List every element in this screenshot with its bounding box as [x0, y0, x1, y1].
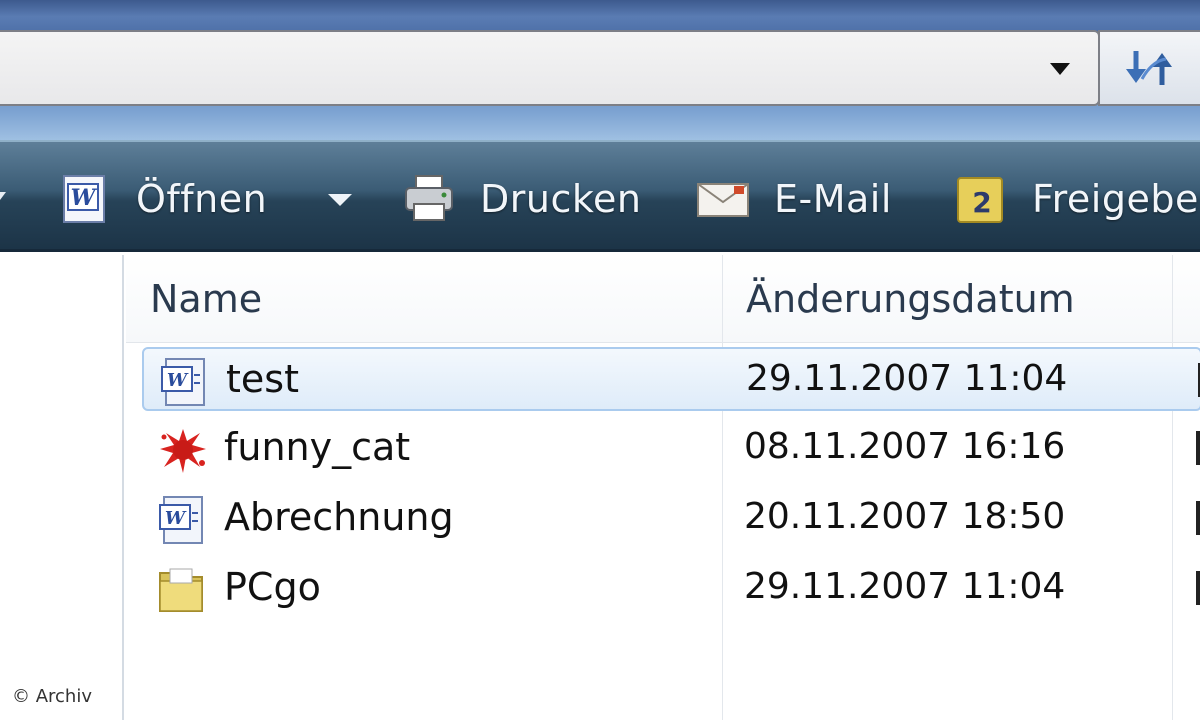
file-modified-date: 29.11.2007 11:04 — [744, 566, 1066, 607]
refresh-arrows-icon — [1126, 51, 1172, 85]
email-button-label: E-Mail — [774, 177, 892, 221]
file-name: PCgo — [224, 565, 321, 609]
open-button-label: Öffnen — [136, 177, 268, 221]
file-name: test — [226, 357, 299, 401]
email-button[interactable]: E-Mail — [696, 164, 892, 234]
window-titlebar — [0, 0, 1200, 140]
printer-icon — [405, 175, 453, 221]
word-document-icon: W — [63, 175, 105, 223]
folder-icon — [159, 568, 203, 612]
column-header-name[interactable]: Name — [150, 255, 262, 343]
open-with-dropdown-icon[interactable] — [326, 192, 354, 208]
svg-text:W: W — [71, 185, 98, 211]
file-name: Abrechnung — [224, 495, 454, 539]
file-type-cell — [1196, 501, 1200, 535]
file-row-funny-cat[interactable]: funny_cat 08.11.2007 16:16 — [142, 417, 1200, 481]
dropdown-arrow-icon — [1050, 63, 1070, 75]
file-type-cell — [1196, 431, 1200, 465]
svg-text:W: W — [165, 508, 187, 529]
open-button[interactable]: W Öffnen — [58, 164, 267, 234]
file-name: funny_cat — [224, 425, 411, 469]
share-button-label: Freigebe — [1032, 177, 1199, 221]
print-button[interactable]: Drucken — [402, 164, 641, 234]
address-history-dropdown[interactable] — [1040, 54, 1080, 84]
command-bar: W Öffnen Drucken E-Mail 2 Freigebe — [0, 140, 1200, 252]
refresh-button[interactable] — [1098, 30, 1200, 106]
navigation-pane[interactable] — [0, 255, 124, 720]
word-document-icon: W — [159, 496, 203, 544]
chevron-down-icon[interactable] — [0, 192, 8, 202]
file-row-abrechnung[interactable]: W Abrechnung 20.11.2007 18:50 — [142, 487, 1200, 551]
file-row-pcgo[interactable]: PCgo 29.11.2007 11:04 — [142, 557, 1200, 621]
column-header-row: Name Änderungsdatum — [126, 255, 1200, 343]
svg-text:W: W — [167, 370, 189, 391]
splat-image-icon — [160, 429, 206, 473]
file-modified-date: 08.11.2007 16:16 — [744, 426, 1066, 467]
print-button-label: Drucken — [480, 177, 642, 221]
file-modified-date: 20.11.2007 18:50 — [744, 496, 1066, 537]
envelope-icon — [697, 183, 749, 217]
file-modified-date: 29.11.2007 11:04 — [746, 358, 1068, 399]
copyright-watermark: © Archiv — [12, 686, 92, 707]
share-icon: 2 — [957, 177, 1003, 223]
column-header-modified[interactable]: Änderungsdatum — [746, 255, 1075, 343]
word-document-icon: W — [161, 358, 205, 406]
address-bar[interactable] — [0, 30, 1100, 106]
file-list[interactable]: Name Änderungsdatum W test 29.11.2007 11… — [126, 255, 1200, 720]
file-type-cell — [1196, 571, 1200, 605]
share-icon-number: 2 — [972, 186, 991, 219]
share-button[interactable]: 2 Freigebe — [954, 164, 1199, 234]
file-row-test[interactable]: W test 29.11.2007 11:04 — [142, 347, 1200, 411]
